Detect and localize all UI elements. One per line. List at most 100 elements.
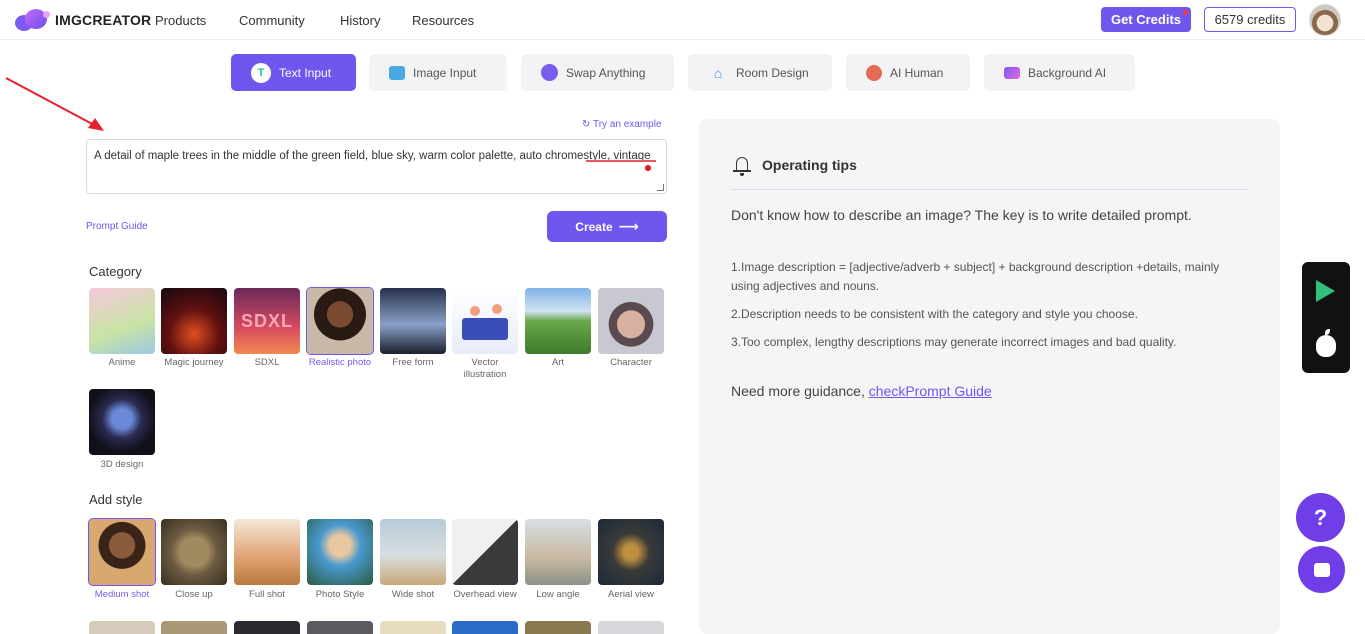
style-label: Wide shot (391, 589, 435, 600)
get-credits-button[interactable]: Get Credits (1101, 7, 1191, 32)
top-header: IMGCREATOR Products Community History Re… (0, 0, 1365, 40)
style-thumb-partial[interactable] (234, 621, 300, 634)
sdxl-overlay-text: SDXL (240, 310, 293, 331)
style-thumb-partial[interactable] (89, 621, 155, 634)
tip-item: 1.Image description = [adjective/adverb … (731, 260, 1220, 293)
tab-label: Room Design (736, 65, 809, 80)
style-photo-style[interactable] (307, 519, 373, 585)
nav-history[interactable]: History (340, 13, 382, 28)
category-label: 3D design (100, 459, 144, 470)
prompt-guide-link[interactable]: Prompt Guide (86, 221, 148, 232)
category-anime[interactable] (89, 288, 155, 354)
notification-dot (1183, 10, 1188, 15)
category-label: Character (610, 357, 652, 368)
tab-swap-anything[interactable]: Swap Anything (521, 54, 674, 91)
tips-header: Operating tips (731, 154, 857, 176)
tab-ai-human[interactable]: AI Human (846, 54, 970, 91)
help-button[interactable]: ? (1296, 493, 1345, 542)
style-label: Photo Style (315, 589, 365, 600)
category-sdxl[interactable]: SDXL (234, 288, 300, 354)
style-thumb-partial[interactable] (598, 621, 664, 634)
tip-item: 2.Description needs to be consistent wit… (731, 307, 1138, 321)
style-low-angle[interactable] (525, 519, 591, 585)
style-thumb-partial[interactable] (307, 621, 373, 634)
category-3d-design[interactable] (89, 389, 155, 455)
category-magic-journey[interactable] (161, 288, 227, 354)
category-label: Magic journey (164, 357, 224, 368)
annotation-arrow-icon (5, 77, 104, 131)
style-thumb-partial[interactable] (380, 621, 446, 634)
resize-handle-icon[interactable] (657, 184, 664, 191)
style-label: Low angle (536, 589, 580, 600)
cursor-dot (645, 165, 651, 171)
guidance-text: Need more guidance, checkPrompt Guide (731, 383, 992, 399)
category-art[interactable] (525, 288, 591, 354)
try-example-label: Try an example (592, 119, 662, 130)
tips-title: Operating tips (762, 157, 857, 173)
bell-icon (731, 154, 753, 176)
style-overhead-view[interactable] (452, 519, 518, 585)
arrow-right-icon: ⟶ (618, 218, 639, 234)
logo[interactable]: IMGCREATOR (15, 8, 151, 32)
google-play-icon[interactable] (1316, 280, 1335, 302)
tab-image-input[interactable]: Image Input (369, 54, 507, 91)
style-label: Overhead view (453, 589, 517, 600)
guidance-prefix: Need more guidance, (731, 383, 869, 399)
category-label: Free form (392, 357, 434, 368)
style-thumb-partial[interactable] (161, 621, 227, 634)
help-icon: ? (1313, 504, 1328, 530)
tab-label: Background AI (1028, 65, 1107, 80)
tab-background-ai[interactable]: Background AI (984, 54, 1135, 91)
category-vector-illustration[interactable] (452, 288, 518, 354)
style-aerial-view[interactable] (598, 519, 664, 585)
background-icon (1004, 66, 1020, 79)
category-character[interactable] (598, 288, 664, 354)
category-realistic-photo[interactable] (306, 287, 374, 355)
category-label: Anime (108, 357, 136, 368)
add-style-title: Add style (89, 492, 143, 507)
create-button[interactable]: Create ⟶ (547, 211, 667, 242)
create-label: Create (575, 219, 613, 234)
spellcheck-underline (586, 160, 656, 162)
prompt-text: A detail of maple trees in the middle of… (94, 150, 651, 162)
style-thumb-partial[interactable] (452, 621, 518, 634)
category-free-form[interactable] (380, 288, 446, 354)
style-label: Full shot (249, 589, 285, 600)
avatar[interactable] (1309, 4, 1341, 36)
style-full-shot[interactable] (234, 519, 300, 585)
nav-community[interactable]: Community (239, 13, 310, 28)
tips-lead: Don't know how to describe an image? The… (731, 207, 1192, 223)
main-nav: Products Community History Resources (155, 13, 504, 28)
category-label: Art (551, 357, 565, 368)
apple-icon[interactable] (1316, 329, 1336, 357)
chat-icon (1313, 562, 1330, 577)
chat-button[interactable] (1298, 546, 1345, 593)
app-download-panel (1302, 262, 1350, 373)
tab-label: Swap Anything (566, 65, 646, 80)
check-prompt-guide-link[interactable]: checkPrompt Guide (869, 383, 992, 399)
nav-products[interactable]: Products (155, 13, 209, 28)
style-label: Medium shot (94, 589, 150, 600)
image-icon (389, 65, 405, 80)
style-thumb-partial[interactable] (525, 621, 591, 634)
credits-label: 6579 credits (1214, 12, 1286, 27)
tab-text-input[interactable]: T Text Input (231, 54, 356, 91)
tab-label: Image Input (413, 65, 477, 80)
style-wide-shot[interactable] (380, 519, 446, 585)
get-credits-label: Get Credits (1110, 12, 1182, 27)
try-example-link[interactable]: ↻ Try an example (582, 119, 662, 130)
prompt-textarea[interactable]: A detail of maple trees in the middle of… (86, 139, 667, 194)
tab-label: AI Human (890, 65, 944, 80)
tab-room-design[interactable]: ⌂ Room Design (688, 54, 832, 91)
style-close-up[interactable] (161, 519, 227, 585)
category-label: Realistic photo (308, 357, 372, 368)
nav-resources[interactable]: Resources (412, 13, 474, 28)
style-label: Aerial view (608, 589, 654, 600)
operating-tips-panel: Operating tips Don't know how to describ… (699, 119, 1280, 634)
house-icon: ⌂ (713, 64, 723, 81)
logo-text: IMGCREATOR (55, 12, 152, 28)
credits-balance[interactable]: 6579 credits (1204, 7, 1296, 32)
style-medium-shot[interactable] (88, 518, 156, 586)
tip-item: 3.Too complex, lengthy descriptions may … (731, 335, 1177, 349)
category-label: Vector illustration (463, 357, 507, 380)
